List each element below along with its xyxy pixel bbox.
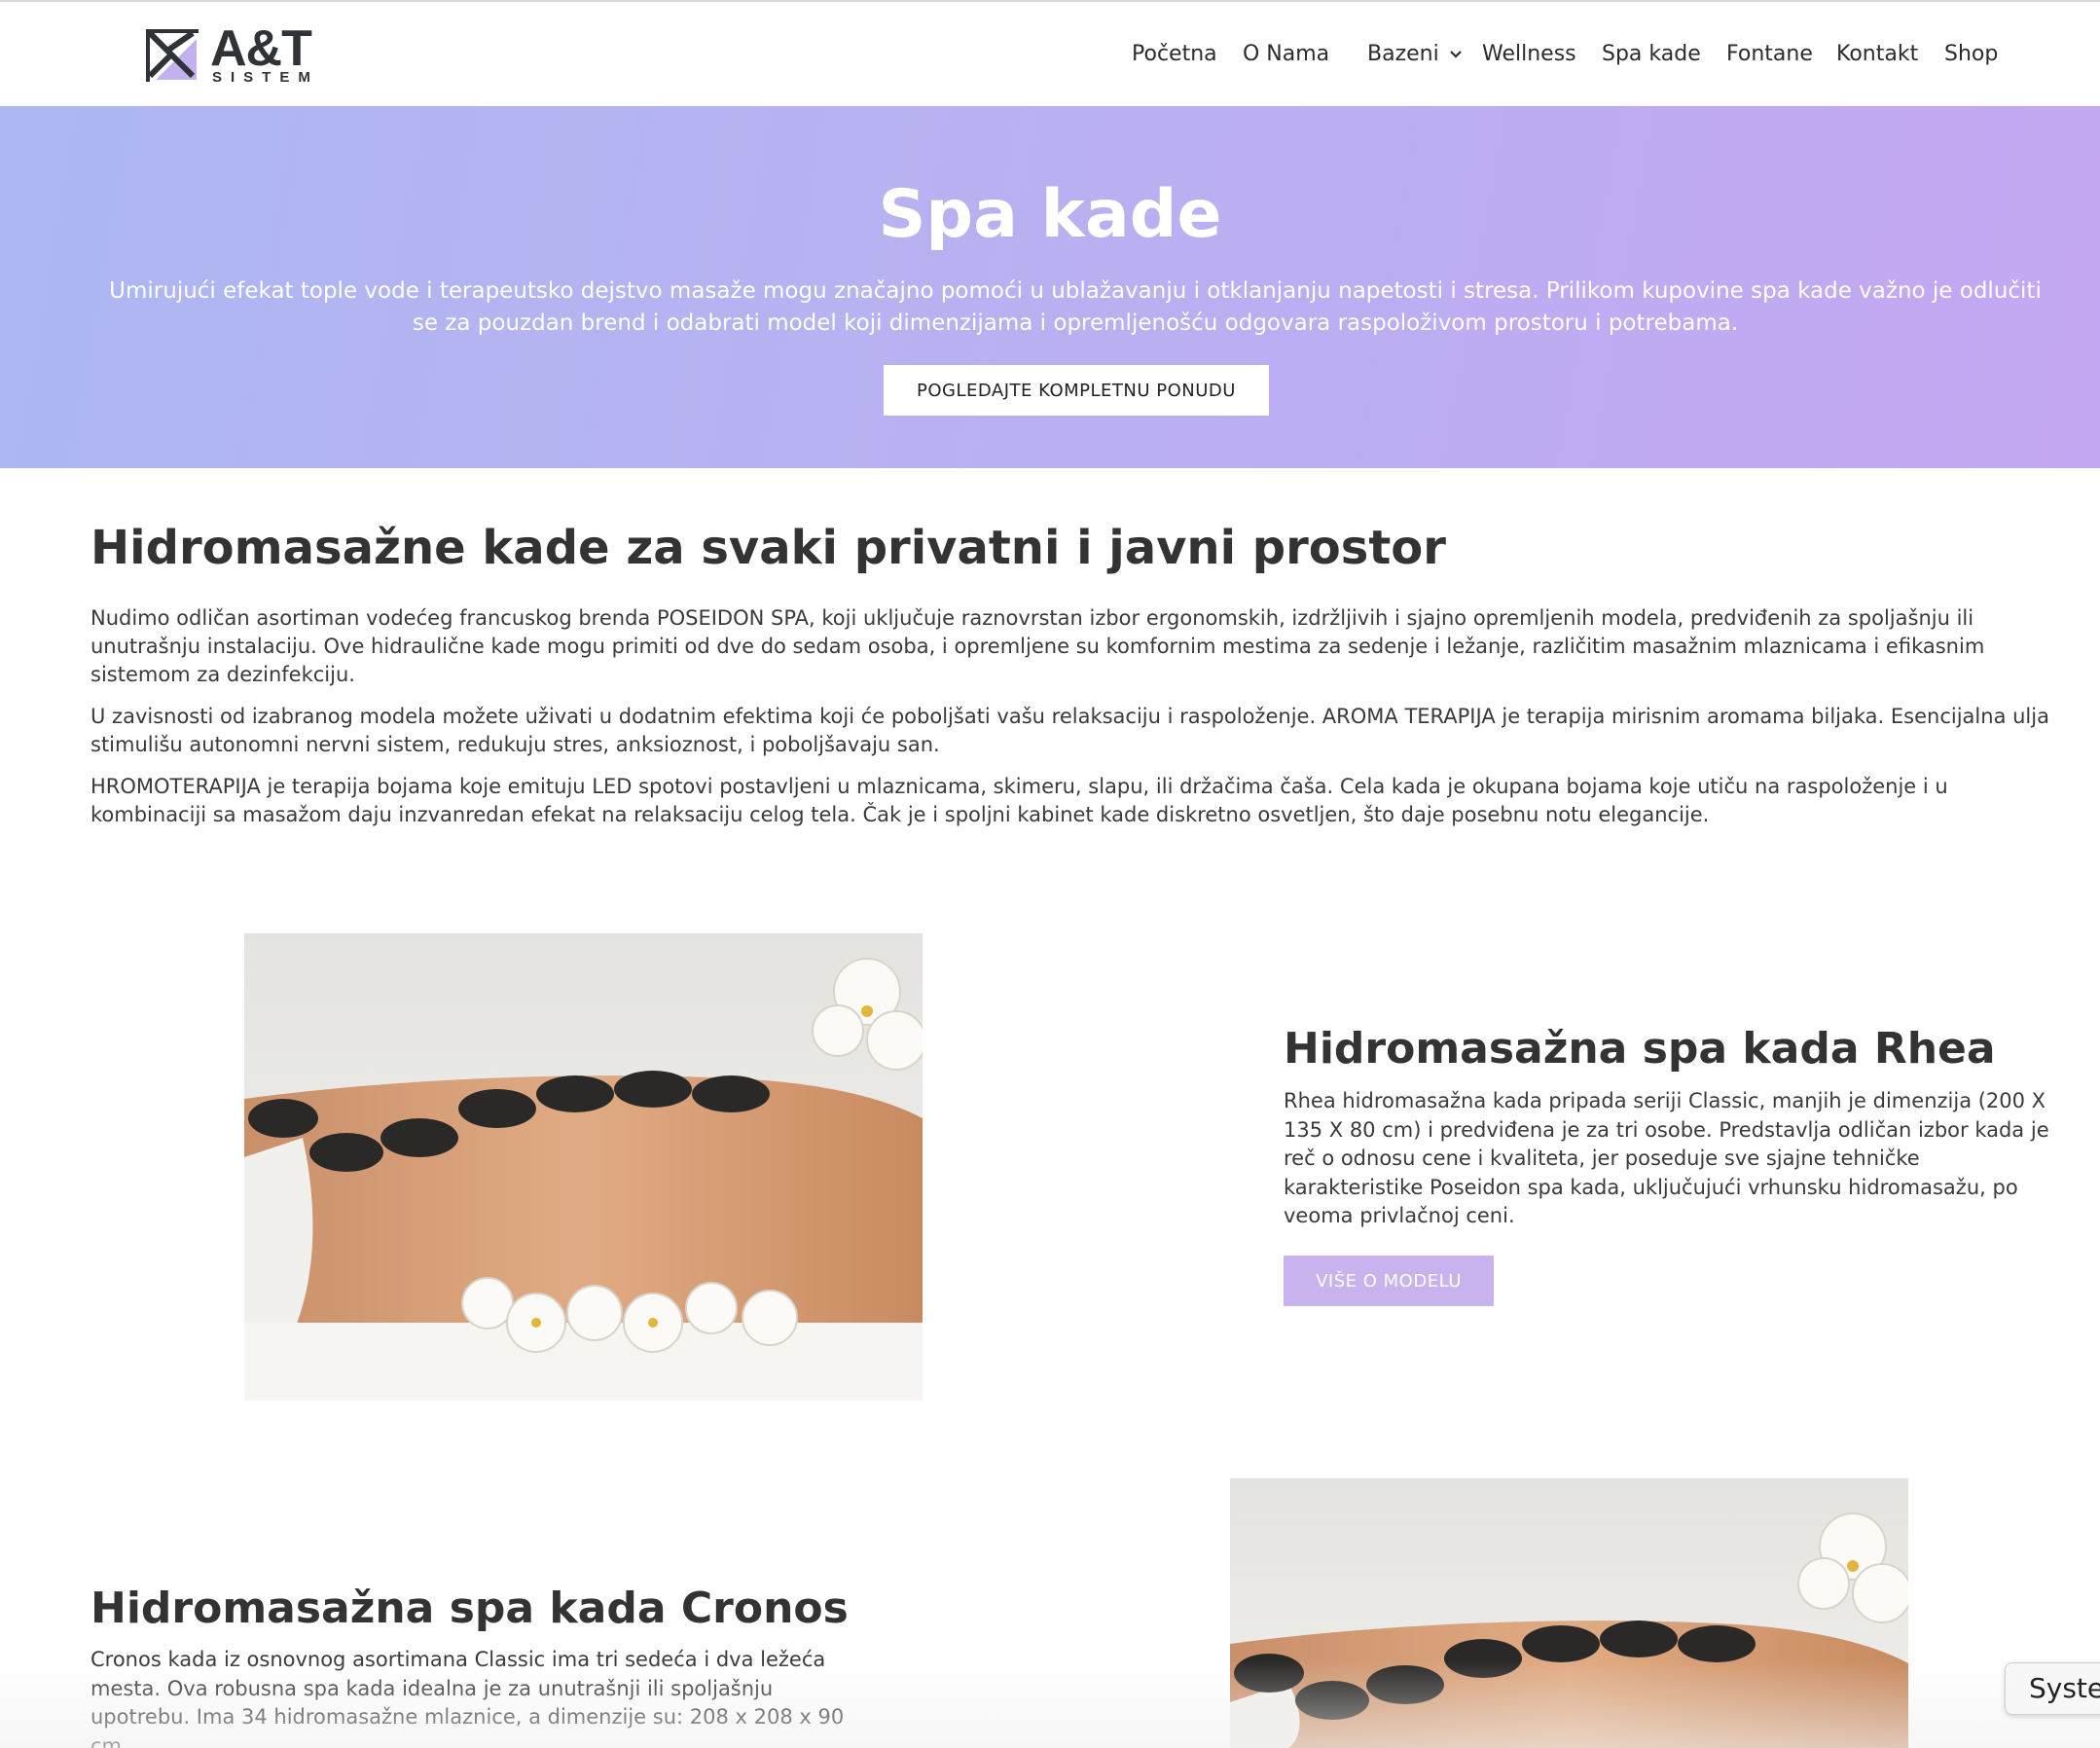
main-nav: Početna O Nama Bazeni Wellness Spa kade … bbox=[0, 40, 2100, 69]
rhea-title: Hidromasažna spa kada Rhea bbox=[1284, 1024, 1996, 1074]
rhea-product-image bbox=[244, 933, 923, 1401]
nav-item-o-nama[interactable]: O Nama bbox=[1243, 40, 1329, 69]
intro-paragraph-3: HROMOTERAPIJA je terapija bojama koje em… bbox=[91, 775, 1948, 826]
cronos-description: Cronos kada iz osnovnog asortimana Class… bbox=[91, 1648, 845, 1748]
cronos-product-image bbox=[1230, 1478, 1908, 1748]
cronos-title: Hidromasažna spa kada Cronos bbox=[91, 1584, 849, 1633]
nav-item-spa-kade[interactable]: Spa kade bbox=[1602, 40, 1701, 69]
rhea-description: Rhea hidromasažna kada pripada seriji Cl… bbox=[1284, 1089, 2049, 1227]
nav-item-shop[interactable]: Shop bbox=[1944, 40, 1998, 69]
view-full-offer-button[interactable]: POGLEDAJTE KOMPLETNU PONUDU bbox=[884, 365, 1269, 416]
hero-banner: Spa kade Umirujući efekat tople vode i t… bbox=[0, 106, 2100, 468]
nav-item-kontakt[interactable]: Kontakt bbox=[1836, 40, 1918, 69]
rhea-more-button[interactable]: VIŠE O MODELU bbox=[1284, 1256, 1494, 1306]
hot-stone-massage-photo bbox=[244, 933, 923, 1401]
brand-tagline: SISTEM bbox=[212, 69, 319, 86]
page-title: Spa kade bbox=[878, 176, 1222, 253]
nav-item-bazeni[interactable]: Bazeni bbox=[1367, 40, 1439, 69]
system-popup[interactable]: Syste bbox=[2005, 1662, 2100, 1715]
site-header: A&T SISTEM Početna O Nama Bazeni Wellnes… bbox=[0, 2, 2100, 106]
section-title: Hidromasažne kade za svaki privatni i ja… bbox=[91, 521, 1446, 575]
hero-description: Umirujući efekat tople vode i terapeutsk… bbox=[109, 278, 2042, 336]
chevron-down-icon[interactable] bbox=[1448, 47, 1464, 62]
nav-item-wellness[interactable]: Wellness bbox=[1482, 40, 1576, 69]
intro-paragraph-1: Nudimo odličan asortiman vodećeg francus… bbox=[91, 606, 1985, 686]
intro-paragraph-2: U zavisnosti od izabranog modela možete … bbox=[91, 705, 2049, 756]
nav-item-pocetna[interactable]: Početna bbox=[1132, 40, 1217, 69]
hot-stone-massage-photo bbox=[1230, 1478, 1908, 1748]
nav-item-fontane[interactable]: Fontane bbox=[1726, 40, 1813, 69]
